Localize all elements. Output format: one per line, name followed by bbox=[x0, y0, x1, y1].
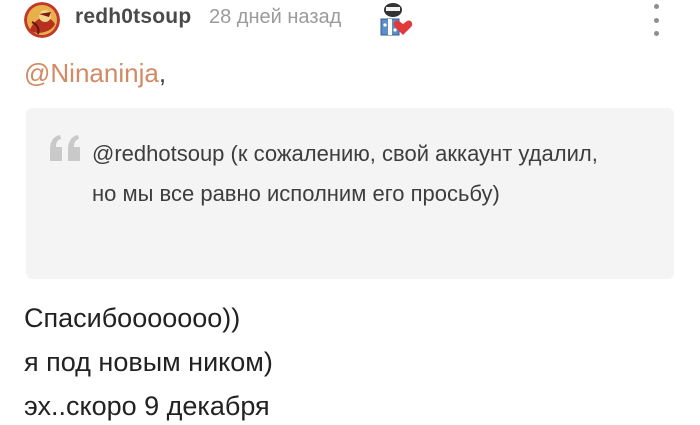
avatar-image bbox=[24, 2, 60, 38]
quote-mention[interactable]: @redhotsoup bbox=[92, 141, 224, 166]
comment-header: redh0tsoup 28 дней назад bbox=[24, 0, 676, 40]
more-vertical-icon bbox=[653, 4, 659, 9]
mention-link[interactable]: @Ninaninja bbox=[24, 58, 159, 88]
comment-page: redh0tsoup 28 дней назад @Ninaninja, @re… bbox=[0, 0, 700, 425]
comment-timestamp[interactable]: 28 дней назад bbox=[209, 6, 341, 29]
quote-block: @redhotsoup (к сожалению, свой аккаунт у… bbox=[26, 108, 674, 279]
comment-line: Спасибоооoooo)) bbox=[24, 303, 241, 333]
mention-suffix: , bbox=[158, 58, 167, 88]
quote-mark-icon bbox=[48, 133, 84, 163]
author-name[interactable]: redh0tsoup bbox=[75, 5, 191, 29]
comment-line: эх..скоро 9 декабря bbox=[24, 391, 270, 421]
quote-text: @redhotsoup (к сожалению, свой аккаунт у… bbox=[92, 134, 612, 214]
reply-mention-line: @Ninaninja, bbox=[24, 58, 166, 89]
more-options-button[interactable] bbox=[642, 4, 670, 36]
comment-body: Спасибоооoooo)) я под новым ником) эх..с… bbox=[24, 296, 664, 425]
award-badge-icon[interactable] bbox=[373, 1, 417, 39]
avatar[interactable] bbox=[24, 2, 60, 38]
comment-line: я под новым ником) bbox=[24, 347, 273, 377]
